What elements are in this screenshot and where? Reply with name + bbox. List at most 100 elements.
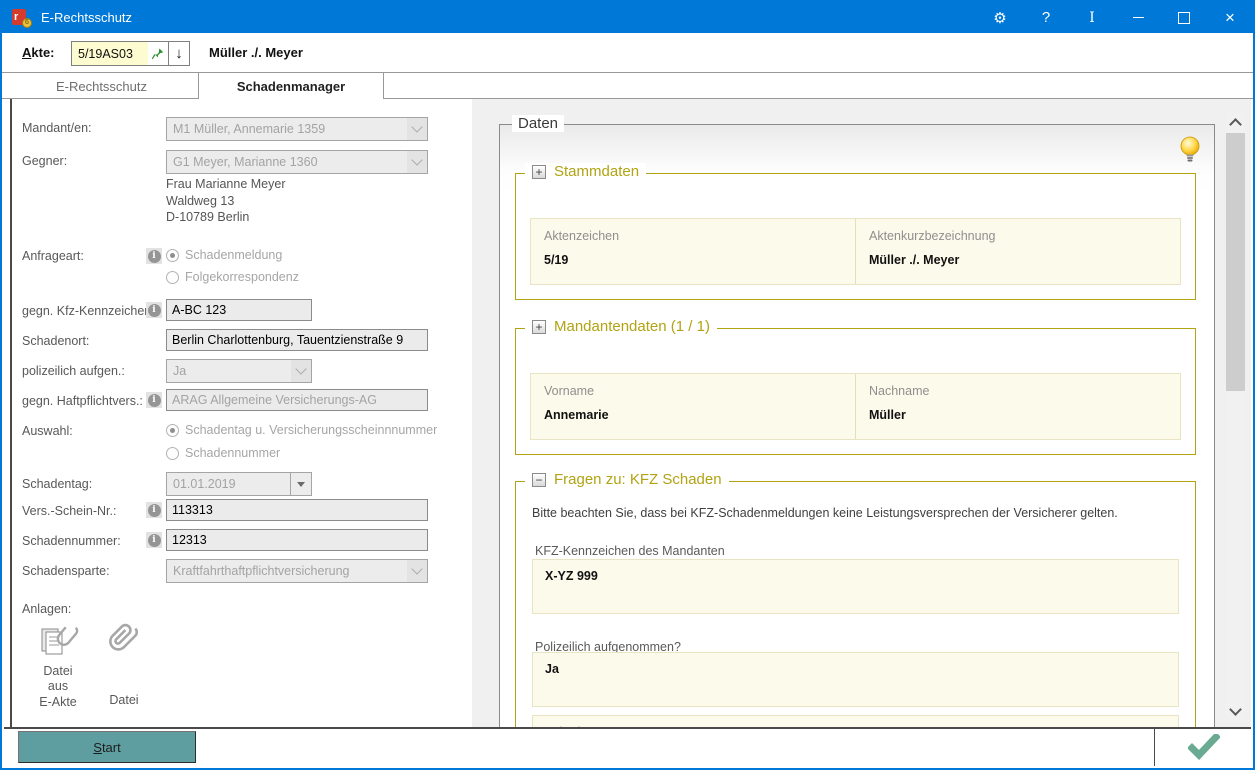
- field-vorname: Vorname Annemarie: [531, 374, 856, 439]
- text-cursor-icon[interactable]: I: [1069, 2, 1115, 33]
- close-button[interactable]: ×: [1207, 2, 1253, 33]
- schadensparte-combobox[interactable]: Kraftfahrthaftpflichtversicherung: [166, 559, 428, 583]
- haftpflicht-input[interactable]: [166, 389, 428, 411]
- chevron-down-icon: [1229, 702, 1242, 716]
- chevron-down-icon: [407, 118, 427, 140]
- chevron-down-icon: [291, 360, 311, 382]
- window-title: E-Rechtsschutz: [41, 10, 133, 25]
- collapse-minus-icon[interactable]: −: [532, 472, 546, 487]
- radio-button-icon: [166, 270, 179, 284]
- section-title: Stammdaten: [554, 163, 640, 180]
- minimize-button[interactable]: [1115, 2, 1161, 33]
- gegner-combobox[interactable]: G1 Meyer, Marianne 1360: [166, 150, 428, 174]
- radio-button-icon: [166, 423, 179, 437]
- section-title: Fragen zu: KFZ Schaden: [554, 471, 722, 488]
- anlagen-label: Anlagen:: [22, 602, 72, 616]
- pin-button[interactable]: [148, 41, 169, 66]
- question-label: KFZ-Kennzeichen des Mandanten: [535, 544, 725, 558]
- info-icon[interactable]: i: [146, 502, 162, 518]
- schadenort-label: Schadenort:: [22, 334, 90, 348]
- info-icon[interactable]: i: [146, 248, 162, 264]
- schadenort-input[interactable]: [166, 329, 428, 351]
- minimize-icon: [1132, 17, 1144, 18]
- field-nachname: Nachname Müller: [869, 384, 930, 422]
- radio-folgekorrespondenz[interactable]: Folgekorrespondenz: [166, 270, 299, 284]
- schadentag-datepicker[interactable]: 01.01.2019: [166, 472, 312, 496]
- polizeilich-label: polizeilich aufgen.:: [22, 364, 125, 378]
- footer-bar: Start: [4, 727, 1251, 766]
- scroll-down-button[interactable]: [1226, 702, 1245, 720]
- field-aktenkurzbezeichnung: Aktenkurzbezeichnung Müller ./. Meyer: [869, 229, 996, 267]
- daten-groupbox: Daten + Stammdaten Aktenzeichen 5/19 Akt…: [499, 115, 1215, 731]
- documents-paperclip-icon: [41, 626, 79, 655]
- schadentag-label: Schadentag:: [22, 477, 93, 491]
- akte-open-button[interactable]: ↓: [168, 41, 190, 66]
- settings-gear-icon[interactable]: ⚙: [977, 2, 1023, 33]
- mandant-combobox[interactable]: M1 Müller, Annemarie 1359: [166, 117, 428, 141]
- tab-schadenmanager[interactable]: Schadenmanager: [198, 72, 384, 100]
- chevron-up-icon: [1229, 117, 1242, 131]
- schadensparte-label: Schadensparte:: [22, 564, 110, 578]
- auswahl-label: Auswahl:: [22, 424, 73, 438]
- confirm-button[interactable]: [1182, 732, 1226, 762]
- tab-strip: E-Rechtsschutz Schadenmanager: [2, 72, 1253, 100]
- kfz-kennzeichen-input[interactable]: [166, 299, 312, 321]
- mandantendaten-fields: Vorname Annemarie Nachname Müller: [530, 373, 1181, 440]
- haftpflicht-label: gegn. Haftpflichtvers.:: [22, 394, 143, 408]
- kfz-hint-text: Bitte beachten Sie, dass bei KFZ-Schaden…: [532, 506, 1118, 520]
- anfrageart-label: Anfrageart:: [22, 249, 84, 263]
- lightbulb-icon[interactable]: [1178, 135, 1202, 163]
- section-mandantendaten: + Mandantendaten (1 / 1) Vorname Annemar…: [515, 318, 1196, 455]
- stammdaten-fields: Aktenzeichen 5/19 Aktenkurzbezeichnung M…: [530, 218, 1181, 285]
- schadennummer-input[interactable]: [166, 529, 428, 551]
- vertical-scrollbar[interactable]: [1226, 113, 1245, 720]
- schadenmanager-form: Mandant/en: M1 Müller, Annemarie 1359 Ge…: [10, 99, 472, 731]
- daten-groupbox-title: Daten: [512, 115, 565, 132]
- akte-number-input[interactable]: [71, 41, 149, 66]
- case-name: Müller ./. Meyer: [209, 45, 303, 60]
- radio-button-icon: [166, 248, 179, 262]
- maximize-icon: [1178, 11, 1190, 24]
- radio-button-icon: [166, 446, 179, 460]
- pin-icon: [151, 47, 164, 59]
- scrollbar-thumb[interactable]: [1226, 133, 1245, 391]
- expand-plus-icon[interactable]: +: [532, 319, 546, 334]
- radio-schadennummer[interactable]: Schadennummer: [166, 446, 280, 460]
- polizeilich-combobox[interactable]: Ja: [166, 359, 312, 383]
- tab-e-rechtsschutz[interactable]: E-Rechtsschutz: [5, 73, 198, 99]
- scroll-up-button[interactable]: [1226, 113, 1245, 131]
- info-icon[interactable]: i: [146, 392, 162, 408]
- radio-schadenmeldung[interactable]: Schadenmeldung: [166, 248, 282, 262]
- akte-label: Akte:: [22, 45, 55, 60]
- app-icon: r6: [12, 8, 32, 28]
- down-arrow-icon: ↓: [175, 45, 183, 62]
- paperclip-icon: [109, 623, 139, 651]
- section-stammdaten: + Stammdaten Aktenzeichen 5/19 Aktenkurz…: [515, 163, 1196, 300]
- checkmark-icon: [1188, 734, 1220, 760]
- gegner-address: Frau Marianne Meyer Waldweg 13 D-10789 B…: [166, 177, 286, 224]
- field-aktenzeichen: Aktenzeichen 5/19: [531, 219, 856, 284]
- gegner-label: Gegner:: [22, 154, 68, 168]
- versschein-input[interactable]: [166, 499, 428, 521]
- answer-box-polizeilich: Ja: [532, 652, 1179, 707]
- kfz-kennzeichen-label: gegn. Kfz-Kennzeichen:: [22, 304, 155, 318]
- dropdown-triangle-icon: [290, 473, 311, 495]
- titlebar: r6 E-Rechtsschutz ⚙ ? I ×: [2, 2, 1253, 33]
- daten-panel: Daten + Stammdaten Aktenzeichen 5/19 Akt…: [472, 99, 1251, 731]
- maximize-button[interactable]: [1161, 2, 1207, 33]
- section-title: Mandantendaten (1 / 1): [554, 318, 710, 335]
- schadennummer-label: Schadennummer:: [22, 534, 121, 548]
- answer-box-kfz-kennzeichen: X-YZ 999: [532, 559, 1179, 614]
- akte-bar: Akte: ↓ Müller ./. Meyer: [4, 33, 1251, 72]
- attach-file-button[interactable]: Datei: [84, 620, 164, 708]
- mandant-label: Mandant/en:: [22, 121, 92, 135]
- radio-schadentag-versschein[interactable]: Schadentag u. Versicherungsscheinnnummer: [166, 423, 437, 437]
- chevron-down-icon: [407, 560, 427, 582]
- start-button[interactable]: Start: [18, 731, 196, 763]
- help-icon[interactable]: ?: [1023, 2, 1069, 33]
- expand-plus-icon[interactable]: +: [532, 164, 546, 179]
- info-icon[interactable]: i: [146, 532, 162, 548]
- e-rechtsschutz-window: r6 E-Rechtsschutz ⚙ ? I × Akte: ↓ Müller…: [0, 0, 1255, 770]
- info-icon[interactable]: i: [146, 302, 162, 318]
- footer-divider: [1154, 729, 1155, 766]
